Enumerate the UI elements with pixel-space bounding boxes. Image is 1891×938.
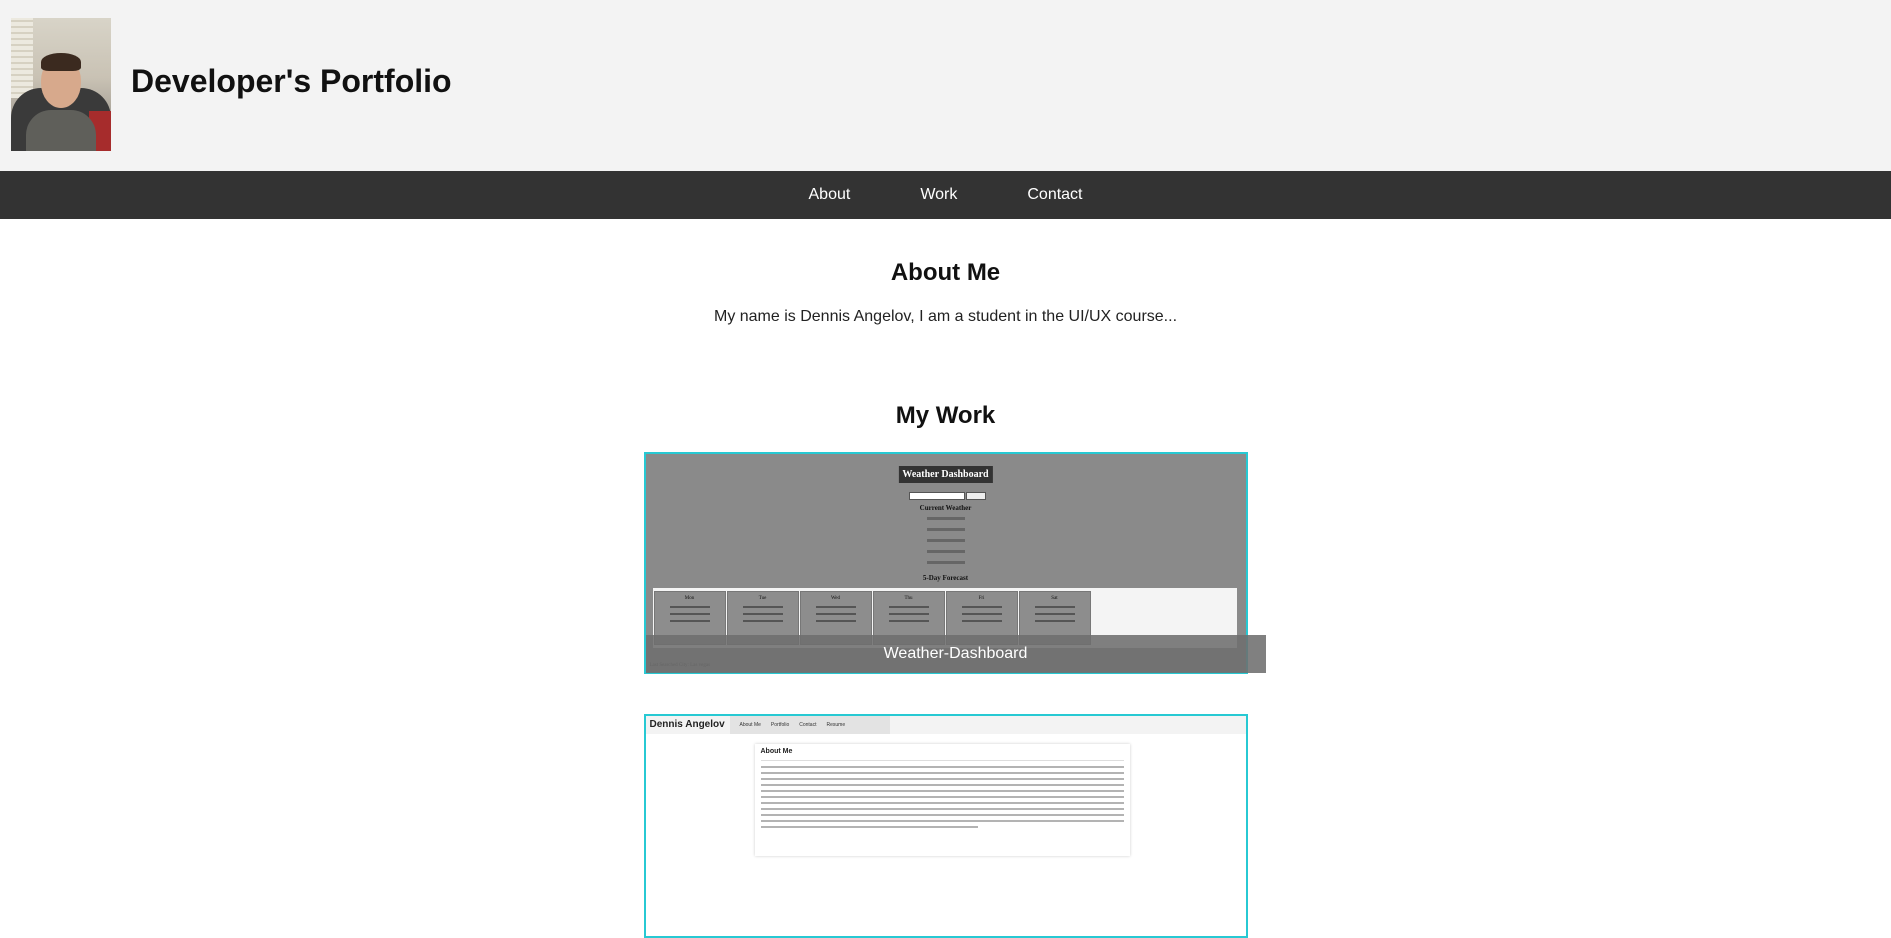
main-nav: About Work Contact	[0, 171, 1891, 219]
preview-about-heading: About Me	[760, 748, 793, 755]
preview-nav-item: About Me	[739, 722, 761, 728]
about-heading: About Me	[890, 259, 1001, 286]
preview-header: Dennis Angelov About Me Portfolio Contac…	[645, 716, 1246, 734]
preview-about-text	[760, 766, 1124, 828]
work-section: My Work Weather Dashboard Current Weathe…	[0, 326, 1891, 938]
preview-nav-item: Resume	[826, 722, 846, 728]
nav-link-about[interactable]: About	[809, 186, 851, 204]
preview-divider	[760, 760, 1124, 761]
project-screenshot-portfolio: Dennis Angelov About Me Portfolio Contac…	[645, 716, 1246, 936]
work-heading: My Work	[895, 402, 996, 429]
site-title: Developer's Portfolio	[131, 63, 452, 99]
avatar-hair	[41, 53, 81, 71]
avatar-window-blind	[11, 18, 33, 98]
preview-title: Weather Dashboard	[898, 466, 993, 483]
project-caption[interactable]: Weather-Dashboard	[645, 635, 1266, 673]
preview-forecast-heading: 5-Day Forecast	[922, 574, 969, 582]
preview-name: Dennis Angelov	[649, 719, 725, 730]
about-text: My name is Dennis Angelov, I am a studen…	[713, 308, 1178, 325]
about-section: About Me My name is Dennis Angelov, I am…	[0, 219, 1891, 326]
project-card-weather-dashboard[interactable]: Weather Dashboard Current Weather 5-Day …	[643, 452, 1266, 674]
avatar-shirt	[26, 110, 96, 151]
project-card-portfolio[interactable]: Dennis Angelov About Me Portfolio Contac…	[643, 714, 1248, 938]
site-header: Developer's Portfolio	[0, 0, 1891, 171]
preview-current-heading: Current Weather	[919, 504, 972, 512]
preview-nav-item: Contact	[799, 722, 817, 728]
preview-current-details	[646, 517, 1246, 572]
nav-link-contact[interactable]: Contact	[1027, 186, 1082, 204]
preview-search-button	[965, 492, 986, 500]
nav-link-work[interactable]: Work	[920, 186, 957, 204]
preview-nav-item: Portfolio	[770, 722, 790, 728]
preview-about-box: About Me	[754, 744, 1130, 856]
preview-nav: About Me Portfolio Contact Resume	[729, 716, 890, 734]
avatar	[11, 18, 111, 151]
preview-search-input	[908, 492, 965, 500]
